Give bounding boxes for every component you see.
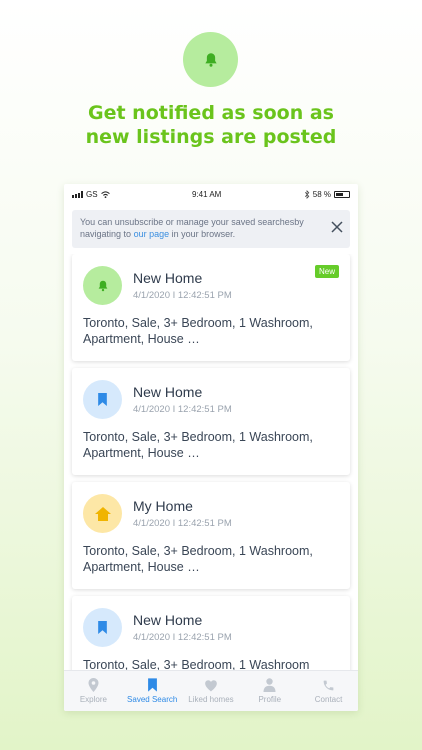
carrier-name: GS [86,189,98,199]
hero-line-2: new listings are posted [85,126,337,148]
card-avatar [83,494,122,533]
tab-explore[interactable]: Explore [64,678,122,704]
card-description: Toronto, Sale, 3+ Bedroom, 1 Washroom, A… [83,544,313,574]
card-date: 4/1/2020 I 12:42:51 PM [133,404,232,415]
tab-contact[interactable]: Contact [300,679,358,704]
card-description: Toronto, Sale, 3+ Bedroom, 1 Washroom, A… [83,430,313,460]
bluetooth-icon [304,189,310,199]
bookmark-icon [147,678,157,692]
hero-headline: Get notified as soon as new listings are… [0,101,422,149]
heart-icon [205,679,217,691]
card-title: New Home [133,612,203,628]
battery-percent: 58 % [312,189,331,199]
tab-label: Saved Search [127,695,178,704]
new-badge: New [314,265,339,278]
close-icon [331,221,343,233]
bell-icon [204,52,217,67]
status-bar: GS 9:41 AM 58 % [64,184,358,204]
tab-label: Contact [314,694,343,704]
close-notice-button[interactable] [330,221,344,235]
tab-label: Profile [258,695,282,704]
wifi-icon [100,190,110,198]
card-title: New Home [133,270,203,286]
tab-profile[interactable]: Profile [241,678,299,704]
saved-search-card[interactable]: New Home 4/1/2020 I 12:42:51 PM Toronto,… [72,254,350,361]
tab-label: Explore [79,695,107,704]
card-description: Toronto, Sale, 3+ Bedroom, 1 Washroom, A… [83,316,313,346]
our-page-link[interactable]: our page [134,229,170,239]
tab-liked-homes[interactable]: Liked homes [182,679,240,704]
saved-search-list: New Home 4/1/2020 I 12:42:51 PM Toronto,… [64,254,358,670]
home-icon [94,506,111,521]
card-avatar [83,266,122,305]
unsubscribe-notice: You can unsubscribe or manage your saved… [72,210,350,248]
saved-search-card[interactable]: My Home 4/1/2020 I 12:42:51 PM Toronto, … [72,482,350,589]
clock: 9:41 AM [191,189,222,199]
bookmark-icon [98,393,107,406]
hero-line-1: Get notified as soon as [88,102,334,124]
notice-text-after: in your browser. [171,229,236,239]
bell-icon [98,280,107,291]
signal-icon [72,190,83,198]
phone-screen: GS 9:41 AM 58 % You can unsubscribe or m… [64,184,358,711]
map-pin-icon [88,678,99,692]
card-title: New Home [133,384,203,400]
card-title: My Home [133,498,193,514]
bookmark-icon [98,621,107,634]
card-description: Toronto, Sale, 3+ Bedroom, 1 Washroom [83,658,310,670]
bottom-tab-bar: Explore Saved Search Liked homes Profile [64,670,358,711]
saved-search-card[interactable]: New Home 4/1/2020 I 12:42:51 PM Toronto,… [72,596,350,670]
hero-bell-badge [183,32,238,87]
card-date: 4/1/2020 I 12:42:51 PM [133,290,232,301]
card-avatar [83,380,122,419]
person-icon [263,678,276,692]
card-date: 4/1/2020 I 12:42:51 PM [133,632,232,643]
saved-search-card[interactable]: New Home 4/1/2020 I 12:42:51 PM Toronto,… [72,368,350,475]
phone-icon [323,680,334,690]
card-date: 4/1/2020 I 12:42:51 PM [133,518,232,529]
battery-icon [334,190,350,198]
card-avatar [83,608,122,647]
tab-label: Liked homes [188,694,234,704]
tab-saved-search[interactable]: Saved Search [123,678,181,704]
